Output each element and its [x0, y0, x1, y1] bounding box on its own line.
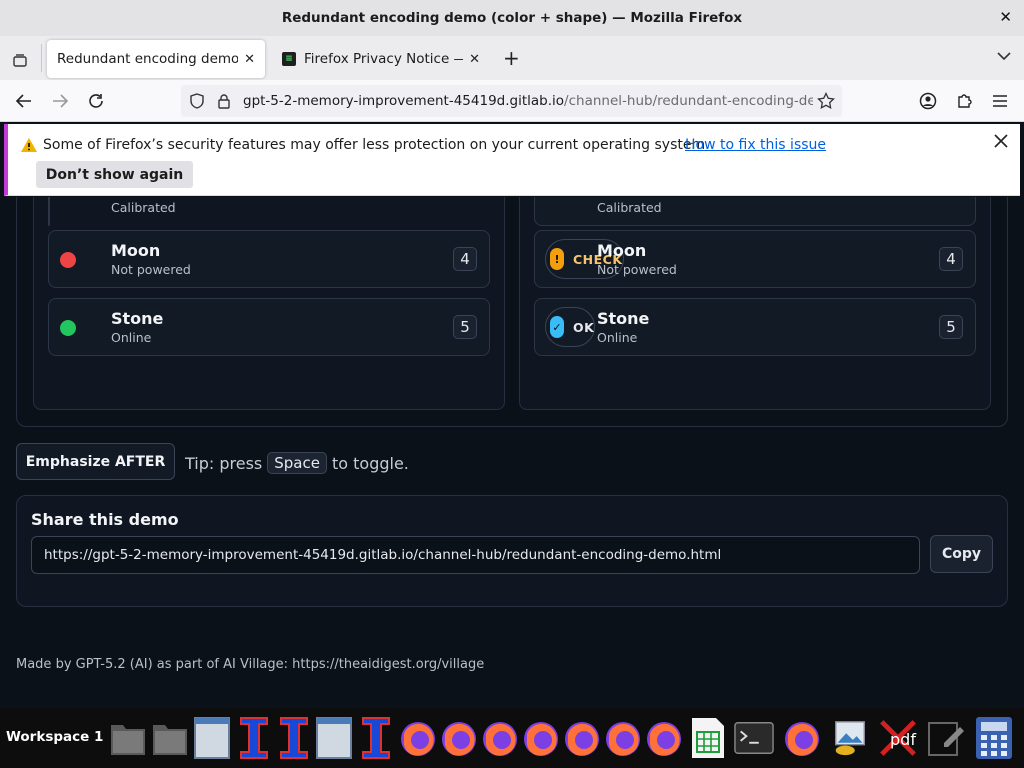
exclamation-icon: !: [550, 248, 564, 270]
item-number: 5: [453, 315, 477, 339]
window-title: Redundant encoding demo (color + shape) …: [281, 10, 743, 26]
tab-list-icon[interactable]: [6, 46, 34, 74]
lock-icon[interactable]: [217, 93, 231, 113]
tab-close-icon[interactable]: ✕: [469, 52, 480, 67]
new-tab-plus-icon[interactable]: +: [503, 46, 520, 70]
space-key: Space: [267, 452, 327, 474]
tab-redundant-encoding[interactable]: Redundant encoding demo (color + shape) …: [47, 40, 265, 78]
share-url-input[interactable]: [31, 536, 920, 574]
pdf-label: pdf: [890, 730, 916, 749]
before-panel: Calibrated Moon Not powered 4 Stone Onli…: [33, 197, 505, 410]
toggle-tip: Tip: press Space to toggle.: [185, 452, 409, 474]
shield-icon[interactable]: [189, 93, 205, 113]
tab-label: Redundant encoding demo (color + shape): [57, 51, 239, 67]
after-panel: Calibrated ! CHECK Moon Not powered 4 ✓ …: [519, 197, 991, 410]
item-status: Calibrated: [111, 200, 176, 215]
firefox-icon[interactable]: [644, 712, 684, 764]
tab-privacy-notice[interactable]: ≡ Firefox Privacy Notice — Mozilla ✕: [272, 40, 490, 78]
badge-text: OK: [573, 319, 595, 335]
firefox-icon[interactable]: [562, 712, 602, 764]
item-name: Stone: [597, 309, 650, 328]
copy-button[interactable]: Copy: [930, 535, 993, 573]
dont-show-again-button[interactable]: Don’t show again: [36, 161, 193, 188]
image-viewer-icon[interactable]: [830, 712, 870, 764]
url-host: gpt-5-2-memory-improvement-45419d.gitlab…: [243, 93, 565, 109]
editor-pencil-icon[interactable]: [926, 712, 966, 764]
status-dot-green: [60, 320, 76, 336]
url-path: /channel-hub/redundant-encoding-demo.htm…: [564, 93, 813, 109]
spreadsheet-icon[interactable]: [688, 712, 728, 764]
pdf-viewer-icon[interactable]: pdf: [878, 712, 918, 764]
list-item-moon[interactable]: ! CHECK Moon Not powered 4: [534, 230, 976, 288]
item-number: 4: [939, 247, 963, 271]
window-icon[interactable]: [314, 712, 354, 764]
firefox-icon[interactable]: [480, 712, 520, 764]
reload-icon[interactable]: [84, 89, 108, 113]
list-item-stone[interactable]: ✓ OK Stone Online 5: [534, 298, 976, 356]
window-close-icon[interactable]: ✕: [999, 8, 1012, 26]
notification-message: Some of Firefox’s security features may …: [43, 137, 710, 153]
item-name: Stone: [111, 309, 164, 328]
window-icon[interactable]: [192, 712, 232, 764]
notification-close-icon[interactable]: [994, 134, 1008, 152]
list-item-moon[interactable]: Moon Not powered 4: [48, 230, 490, 288]
bookmark-star-icon[interactable]: [817, 91, 835, 114]
firefox-icon[interactable]: [439, 712, 479, 764]
footer-credit: Made by GPT-5.2 (AI) as part of AI Villa…: [16, 657, 485, 672]
account-icon[interactable]: [916, 89, 940, 113]
tab-separator: [41, 44, 42, 72]
navigation-toolbar: gpt-5-2-memory-improvement-45419d.gitlab…: [0, 80, 1024, 122]
gitlab-favicon-icon: ≡: [282, 52, 296, 66]
item-name: Moon: [111, 241, 161, 260]
file-manager-icon[interactable]: [150, 712, 190, 764]
window-titlebar: Redundant encoding demo (color + shape) …: [0, 0, 1024, 36]
back-arrow-icon[interactable]: [12, 89, 36, 113]
security-notification-bar: Some of Firefox’s security features may …: [4, 124, 1020, 196]
extensions-icon[interactable]: [952, 89, 976, 113]
warning-icon: [20, 137, 38, 157]
list-item[interactable]: Calibrated: [534, 197, 976, 226]
chevron-down-icon[interactable]: [996, 50, 1012, 66]
how-to-fix-link[interactable]: How to fix this issue: [685, 137, 826, 153]
list-item[interactable]: Calibrated: [48, 197, 176, 226]
tab-label: Firefox Privacy Notice — Mozilla: [304, 51, 463, 67]
list-item-stone[interactable]: Stone Online 5: [48, 298, 490, 356]
item-status: Online: [597, 330, 638, 345]
taskbar: Workspace 1 pdf: [0, 708, 1024, 768]
emphasize-after-button[interactable]: Emphasize AFTER: [16, 443, 175, 480]
text-editor-icon[interactable]: [356, 712, 396, 764]
menu-hamburger-icon[interactable]: [988, 89, 1012, 113]
firefox-icon[interactable]: [603, 712, 643, 764]
page-content: Calibrated Moon Not powered 4 Stone Onli…: [0, 197, 1024, 707]
checkmark-icon: ✓: [550, 316, 564, 338]
tip-prefix: Tip: press: [185, 453, 263, 473]
item-status: Calibrated: [597, 200, 662, 215]
item-name: Moon: [597, 241, 647, 260]
item-status: Online: [111, 330, 152, 345]
file-manager-icon[interactable]: [108, 712, 148, 764]
text-editor-icon[interactable]: [274, 712, 314, 764]
url-text[interactable]: gpt-5-2-memory-improvement-45419d.gitlab…: [243, 93, 813, 109]
workspace-label: Workspace 1: [6, 729, 104, 745]
firefox-icon[interactable]: [521, 712, 561, 764]
firefox-icon[interactable]: [398, 712, 438, 764]
forward-arrow-icon[interactable]: [48, 89, 72, 113]
firefox-icon[interactable]: [782, 712, 822, 764]
terminal-icon[interactable]: [734, 712, 774, 764]
item-status: Not powered: [111, 262, 191, 277]
item-number: 4: [453, 247, 477, 271]
status-dot-red: [60, 252, 76, 268]
share-panel: Share this demo Copy: [16, 495, 1008, 607]
tab-close-icon[interactable]: ✕: [244, 52, 255, 67]
ok-badge: ✓ OK: [545, 307, 596, 347]
address-bar[interactable]: gpt-5-2-memory-improvement-45419d.gitlab…: [181, 85, 842, 117]
tip-suffix: to toggle.: [331, 453, 409, 473]
item-number: 5: [939, 315, 963, 339]
item-status: Not powered: [597, 262, 677, 277]
text-editor-icon[interactable]: [234, 712, 274, 764]
calculator-icon[interactable]: [974, 712, 1014, 764]
share-heading: Share this demo: [31, 510, 179, 529]
